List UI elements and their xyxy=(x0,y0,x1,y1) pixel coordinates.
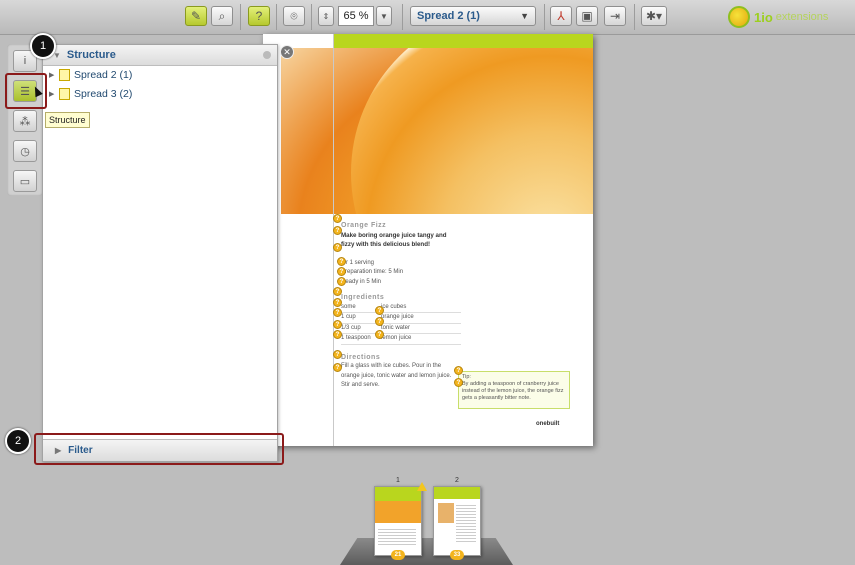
question-marker-icon[interactable]: ? xyxy=(333,243,342,252)
tooltip: Structure xyxy=(45,112,90,128)
ingredient-row: 1 teaspoon lemon juice xyxy=(341,334,461,345)
side-toolbar: i ☰ ⁂ ◷ ▭ xyxy=(7,44,43,196)
ingredient-row: 1/3 cup tonic water xyxy=(341,324,461,334)
question-marker-icon[interactable]: ? xyxy=(337,277,346,286)
recipe-servings: for 1 serving xyxy=(341,259,375,266)
thumbnail-badge: 33 xyxy=(450,550,464,560)
recipe-lead: Make boring orange juice tangy and fizzy… xyxy=(341,231,447,248)
tree-item-spread-2[interactable]: ▶ Spread 2 (1) xyxy=(49,67,132,83)
zoom-dropdown-icon[interactable]: ▼ xyxy=(376,6,392,26)
tip-box: Tip: By adding a teaspoon of cranberry j… xyxy=(458,371,570,409)
toolbar-divider xyxy=(311,4,312,30)
question-marker-icon[interactable]: ? xyxy=(337,257,346,266)
thumbnail-badge: 21 xyxy=(391,550,405,560)
flow-icon[interactable]: ⁂ xyxy=(13,110,37,132)
structure-panel: ▼ Structure ▶ Spread 2 (1) ▶ Spread 3 (2… xyxy=(42,44,278,462)
history-icon[interactable]: ◷ xyxy=(13,140,37,162)
logo-subtext: extensions xyxy=(775,11,829,23)
main-toolbar: ✎ ⌕ ? ⌾ ⇕ 65 % ▼ Spread 2 (1) ▼ ⅄ ▣ ⇥ ✱▾… xyxy=(0,0,855,35)
question-marker-icon[interactable]: ? xyxy=(333,363,342,372)
ingredient-row: 1 cup orange juice xyxy=(341,313,461,324)
magnifier-icon[interactable]: ⌕ xyxy=(211,6,233,26)
logo: 1io extensions xyxy=(728,4,828,30)
question-marker-icon[interactable]: ? xyxy=(333,330,342,339)
recipe-title: Orange Fizz xyxy=(341,222,387,229)
panel-options-icon[interactable] xyxy=(263,51,271,59)
recipe-prep-time: Preparation time: 5 Min xyxy=(341,269,404,275)
orange-photo xyxy=(281,48,593,214)
tree-item-spread-3[interactable]: ▶ Spread 3 (2) xyxy=(49,86,132,102)
logo-icon xyxy=(728,6,750,28)
question-marker-icon[interactable]: ? xyxy=(333,320,342,329)
save-icon[interactable]: ▣ xyxy=(576,6,598,26)
question-marker-icon[interactable]: ? xyxy=(333,308,342,317)
recipe-text: Orange Fizz Make boring orange juice tan… xyxy=(341,221,461,391)
toolbar-divider xyxy=(544,4,545,30)
tree-item-label: Spread 3 (2) xyxy=(74,88,133,100)
toolbar-divider xyxy=(276,4,277,30)
question-marker-icon[interactable]: ? xyxy=(375,330,384,339)
directions-title: Directions xyxy=(341,353,381,361)
question-marker-icon[interactable]: ? xyxy=(333,214,342,223)
callout-1: 1 xyxy=(30,33,56,59)
help-icon[interactable]: ? xyxy=(248,6,270,26)
page-footer: onebuilt xyxy=(536,421,560,427)
tip-title: Tip: xyxy=(462,374,471,380)
page-icon xyxy=(59,88,70,100)
question-marker-icon[interactable]: ? xyxy=(333,350,342,359)
question-marker-icon[interactable]: ? xyxy=(333,287,342,296)
tree-item-label: Spread 2 (1) xyxy=(74,69,133,81)
logo-text: 1io xyxy=(754,9,773,25)
binoculars-icon[interactable]: ⌾ xyxy=(283,6,305,26)
thumbnail-page-2[interactable]: 2 33 xyxy=(433,477,481,560)
close-icon[interactable]: ✕ xyxy=(280,45,294,59)
question-marker-icon[interactable]: ? xyxy=(454,366,463,375)
question-marker-icon[interactable]: ? xyxy=(375,317,384,326)
question-marker-icon[interactable]: ? xyxy=(333,226,342,235)
zoom-field[interactable]: 65 % xyxy=(338,6,374,26)
expand-icon[interactable]: ▶ xyxy=(49,71,59,79)
tip-text: By adding a teaspoon of cranberry juice … xyxy=(462,381,564,401)
export-icon[interactable]: ⇥ xyxy=(604,6,626,26)
ingredient-row: some ice cubes xyxy=(341,303,461,313)
thumbnail-page-1[interactable]: 1 21 xyxy=(374,477,422,560)
pencil-icon[interactable]: ✎ xyxy=(185,6,207,26)
thumbnail-shelf xyxy=(340,538,513,565)
question-marker-icon[interactable]: ? xyxy=(454,378,463,387)
expand-icon[interactable]: ▶ xyxy=(49,90,59,98)
question-marker-icon[interactable]: ? xyxy=(375,306,384,315)
zoom-stepper-icon[interactable]: ⇕ xyxy=(318,6,334,26)
ingredients-title: Ingredients xyxy=(341,294,385,301)
toolbar-divider xyxy=(634,4,635,30)
highlight-filter xyxy=(34,433,284,465)
toolbar-divider xyxy=(402,4,403,30)
page-select-value: Spread 2 (1) xyxy=(417,10,480,22)
question-marker-icon[interactable]: ? xyxy=(337,267,346,276)
chevron-down-icon: ▼ xyxy=(520,11,529,21)
warning-icon xyxy=(417,482,427,491)
panel-title: Structure xyxy=(66,49,116,61)
page-header-band xyxy=(333,34,593,48)
question-marker-icon[interactable]: ? xyxy=(333,298,342,307)
panel-header[interactable]: ▼ Structure xyxy=(43,45,277,66)
thumbnail-number: 2 xyxy=(455,477,459,484)
thumbnail-number: 1 xyxy=(396,477,400,484)
callout-2: 2 xyxy=(5,428,31,454)
recipe-ready-time: Ready in 5 Min xyxy=(341,278,382,285)
page-fold xyxy=(333,34,334,446)
bug-icon[interactable]: ✱▾ xyxy=(641,6,667,26)
toolbar-divider xyxy=(240,4,241,30)
page-icon xyxy=(59,69,70,81)
page-select[interactable]: Spread 2 (1) ▼ xyxy=(410,6,536,26)
comments-icon[interactable]: ▭ xyxy=(13,170,37,192)
directions-text: Fill a glass with ice cubes. Pour in the… xyxy=(341,363,452,388)
pdf-icon[interactable]: ⅄ xyxy=(550,6,572,26)
